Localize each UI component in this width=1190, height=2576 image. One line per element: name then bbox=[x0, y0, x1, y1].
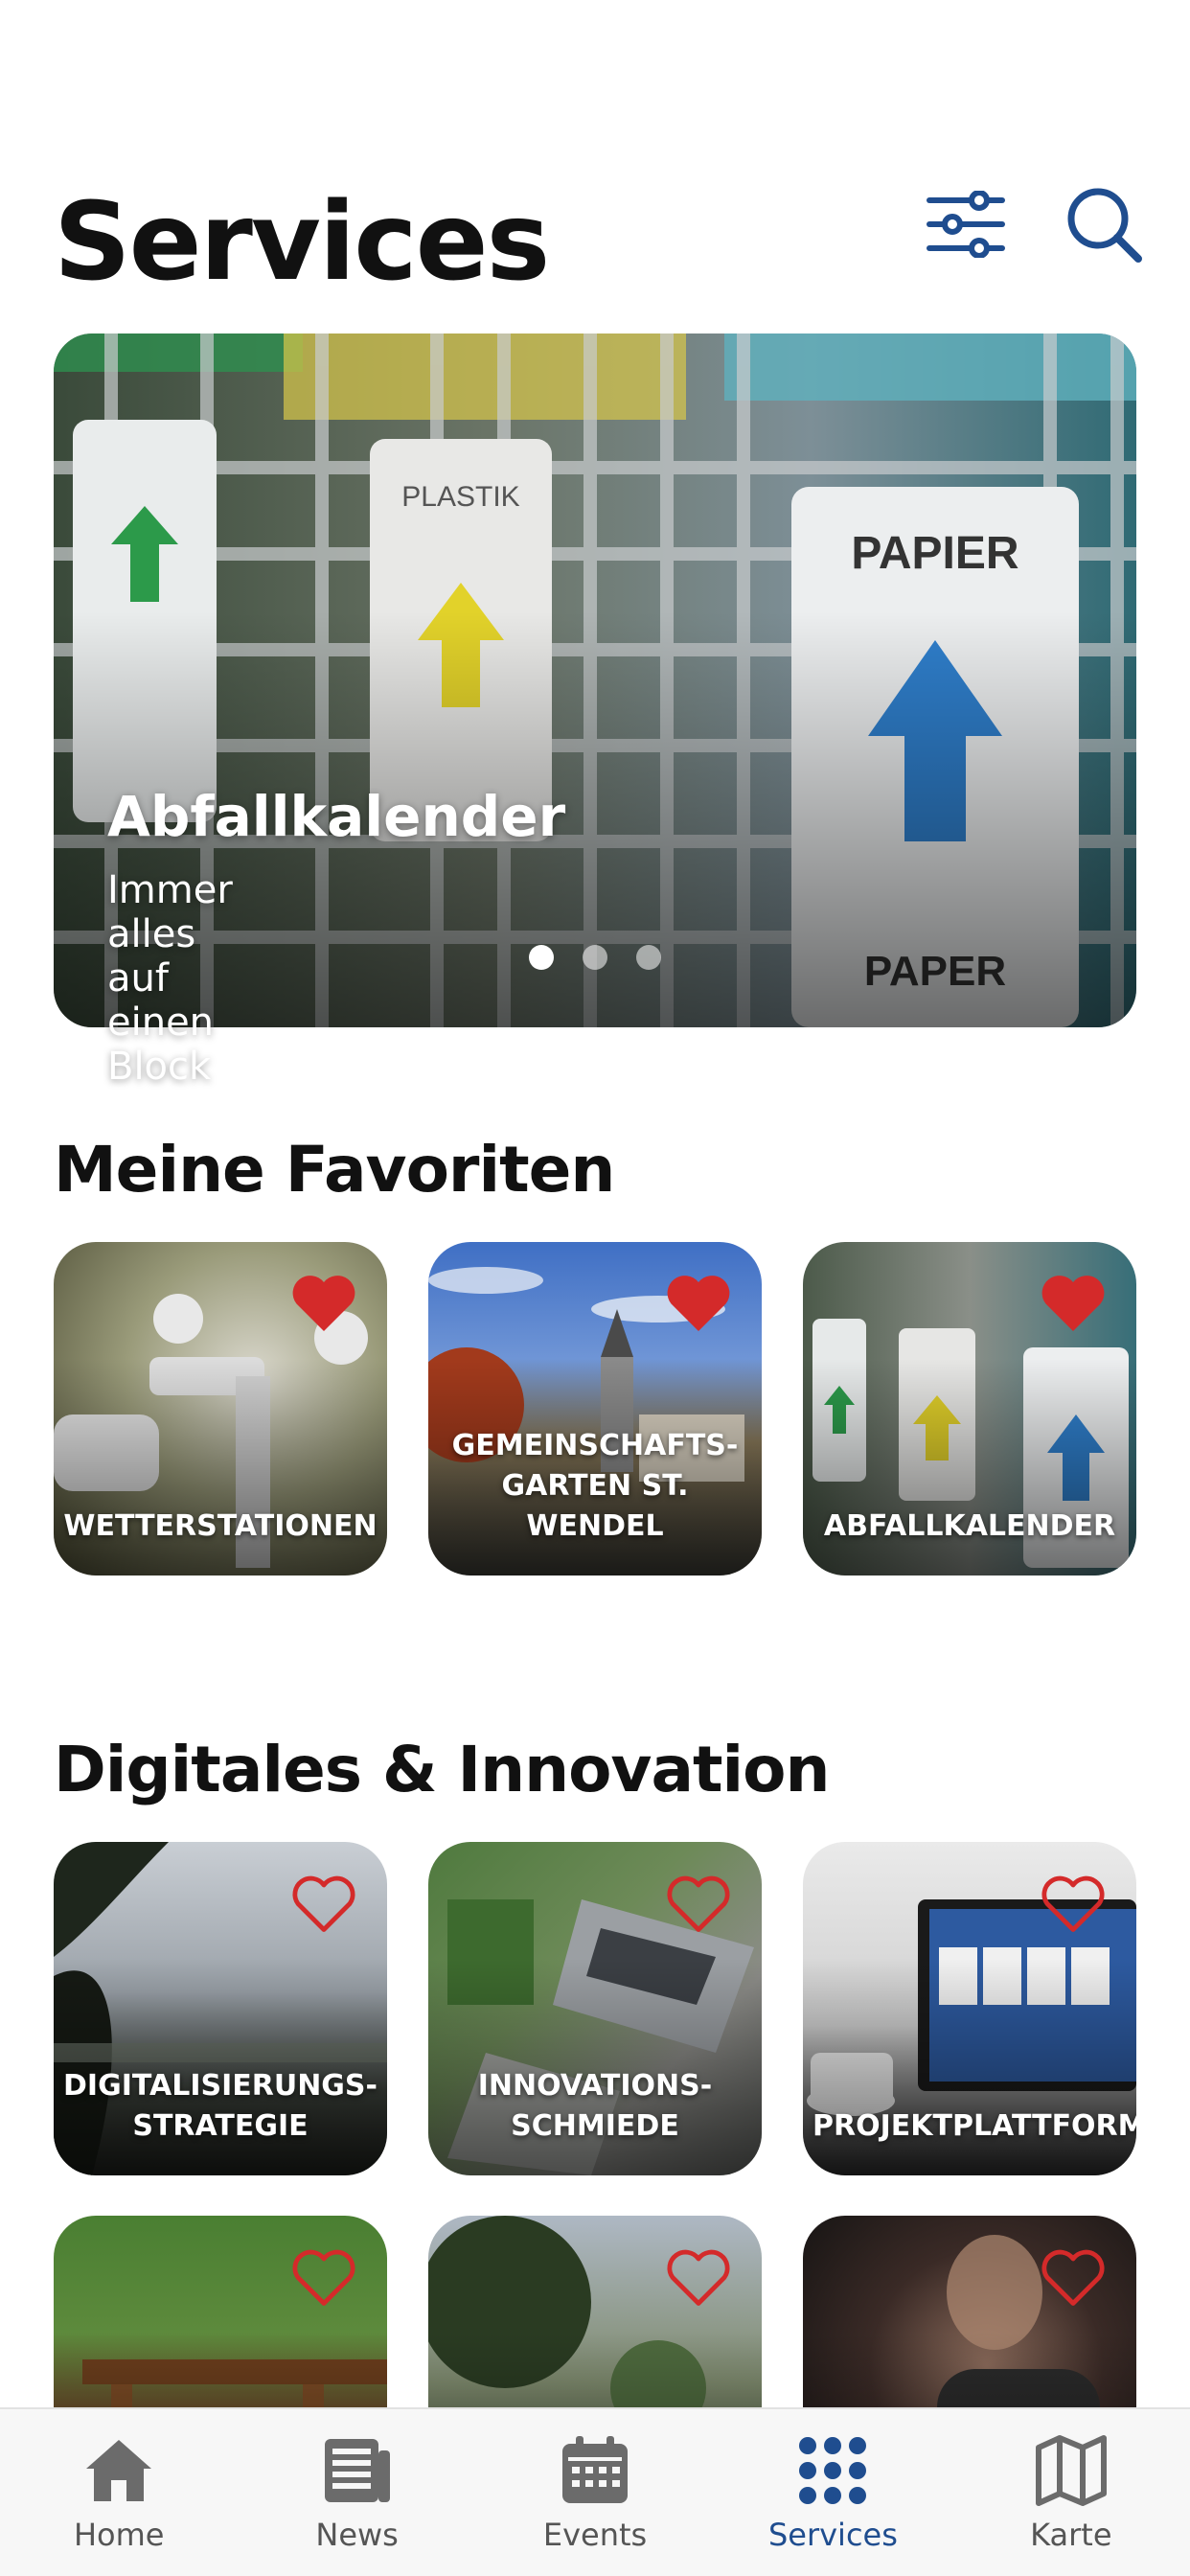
tab-label: Karte bbox=[1030, 2517, 1112, 2553]
carousel-pagination bbox=[0, 945, 1190, 970]
pagination-dot[interactable] bbox=[636, 945, 661, 970]
tab-events[interactable]: Events bbox=[476, 2409, 714, 2576]
calendar-icon bbox=[562, 2436, 629, 2503]
hero-subtitle: Immer alles auf einen Block bbox=[107, 868, 233, 1089]
tab-label: Services bbox=[767, 2517, 898, 2553]
newspaper-icon bbox=[324, 2439, 390, 2502]
tile-label: INNOVATIONS-SCHMIEDE bbox=[477, 2069, 713, 2143]
heart-filled-icon[interactable] bbox=[664, 1271, 733, 1334]
tab-news[interactable]: News bbox=[238, 2409, 475, 2576]
tile-label: WETTERSTATIONEN bbox=[63, 1509, 378, 1543]
tile-label: GEMEINSCHAFTS-GARTEN ST. WENDEL bbox=[451, 1429, 739, 1543]
heart-outline-icon[interactable] bbox=[289, 1871, 358, 1934]
tile-wetterstationen[interactable]: WETTERSTATIONEN bbox=[54, 1242, 387, 1576]
heart-filled-icon[interactable] bbox=[289, 1271, 358, 1334]
pagination-dot[interactable] bbox=[583, 945, 607, 970]
tab-label: Home bbox=[73, 2517, 165, 2553]
search-icon bbox=[1067, 188, 1142, 263]
filter-button[interactable] bbox=[918, 176, 1014, 272]
tab-karte[interactable]: Karte bbox=[952, 2409, 1190, 2576]
heart-filled-icon[interactable] bbox=[1039, 1271, 1108, 1334]
hero-title: Abfallkalender bbox=[107, 784, 566, 849]
tile-innovationsschmiede[interactable]: INNOVATIONS-SCHMIEDE bbox=[428, 1842, 762, 2175]
sliders-icon bbox=[927, 191, 1005, 258]
tab-home[interactable]: Home bbox=[0, 2409, 238, 2576]
tab-bar: Home News Events Services Karte bbox=[0, 2407, 1190, 2576]
grid-dots-icon bbox=[799, 2437, 867, 2504]
heart-outline-icon[interactable] bbox=[289, 2244, 358, 2308]
search-button[interactable] bbox=[1056, 176, 1152, 272]
section-title-favorites: Meine Favoriten bbox=[54, 1133, 615, 1207]
section-title-digital: Digitales & Innovation bbox=[54, 1733, 830, 1806]
heart-outline-icon[interactable] bbox=[1039, 1871, 1108, 1934]
map-icon bbox=[1035, 2435, 1107, 2506]
tile-label: PROJEKTPLATTFORM bbox=[812, 2109, 1136, 2143]
heart-outline-icon[interactable] bbox=[1039, 2244, 1108, 2308]
tile-label: ABFALLKALENDER bbox=[823, 1509, 1116, 1543]
tile-gemeinschaftsgarten[interactable]: GEMEINSCHAFTS-GARTEN ST. WENDEL bbox=[428, 1242, 762, 1576]
heart-outline-icon[interactable] bbox=[664, 1871, 733, 1934]
page-title: Services bbox=[54, 180, 550, 305]
tile-projektplattform[interactable]: PROJEKTPLATTFORM bbox=[803, 1842, 1136, 2175]
pagination-dot[interactable] bbox=[529, 945, 554, 970]
tile-abfallkalender[interactable]: ABFALLKALENDER bbox=[803, 1242, 1136, 1576]
tab-services[interactable]: Services bbox=[714, 2409, 951, 2576]
heart-outline-icon[interactable] bbox=[664, 2244, 733, 2308]
tile-digitalisierungsstrategie[interactable]: DIGITALISIERUNGS-STRATEGIE bbox=[54, 1842, 387, 2175]
home-icon bbox=[86, 2440, 152, 2501]
tab-label: News bbox=[315, 2517, 399, 2553]
tab-label: Events bbox=[542, 2517, 648, 2553]
tile-label: DIGITALISIERUNGS-STRATEGIE bbox=[63, 2069, 378, 2143]
